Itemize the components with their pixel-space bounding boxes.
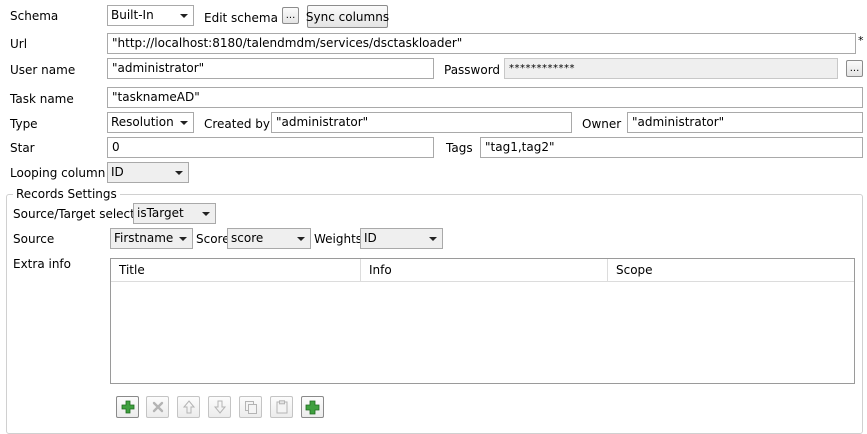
- score-label: Score: [196, 232, 230, 246]
- move-up-button[interactable]: [177, 396, 200, 418]
- schema-combo-value: Built-In: [111, 8, 154, 22]
- taskname-label: Task name: [10, 92, 74, 106]
- selector-combo-value: isTarget: [137, 206, 184, 220]
- edit-schema-label: Edit schema: [204, 11, 278, 25]
- taskname-field[interactable]: "tasknameAD": [107, 87, 863, 108]
- paste-icon: [276, 400, 287, 414]
- username-field[interactable]: "administrator": [107, 58, 434, 79]
- chevron-down-icon[interactable]: [175, 113, 193, 132]
- chevron-down-icon[interactable]: [170, 163, 188, 182]
- chevron-down-icon[interactable]: [292, 229, 310, 248]
- copy-button[interactable]: [239, 396, 262, 418]
- paste-button[interactable]: [270, 396, 293, 418]
- chevron-down-icon[interactable]: [424, 229, 442, 248]
- created-by-label: Created by: [204, 117, 271, 131]
- chevron-down-icon[interactable]: [175, 6, 193, 25]
- weights-combo[interactable]: ID: [360, 228, 443, 249]
- type-combo[interactable]: Resolution: [107, 112, 194, 133]
- password-label: Password: [444, 63, 501, 77]
- source-label: Source: [13, 232, 55, 246]
- add-row-button[interactable]: [116, 396, 139, 418]
- move-down-button[interactable]: [208, 396, 231, 418]
- required-mark: *: [858, 34, 864, 47]
- tags-label: Tags: [446, 141, 473, 155]
- add-all-button[interactable]: [301, 396, 324, 418]
- plus-icon: [121, 400, 134, 414]
- url-field[interactable]: "http://localhost:8180/talendmdm/service…: [107, 33, 856, 54]
- edit-schema-button[interactable]: ...: [282, 7, 299, 24]
- sync-columns-label: Sync columns: [305, 9, 390, 24]
- owner-label: Owner: [582, 117, 622, 131]
- score-combo[interactable]: score: [227, 228, 311, 249]
- star-label: Star: [10, 141, 35, 155]
- sync-columns-button[interactable]: Sync columns: [305, 5, 390, 28]
- source-combo[interactable]: Firstname: [110, 228, 193, 249]
- looping-combo[interactable]: ID: [107, 162, 189, 183]
- created-by-field[interactable]: "administrator": [271, 112, 572, 133]
- score-combo-value: score: [231, 231, 264, 245]
- schema-label: Schema: [10, 9, 59, 23]
- looping-label: Looping column: [10, 166, 106, 180]
- ellipsis-icon: ...: [285, 10, 296, 21]
- remove-row-button[interactable]: [146, 396, 169, 418]
- type-combo-value: Resolution: [111, 115, 174, 129]
- type-label: Type: [10, 117, 38, 131]
- username-label: User name: [10, 63, 76, 77]
- schema-combo[interactable]: Built-In: [107, 5, 194, 26]
- source-combo-value: Firstname: [114, 231, 174, 245]
- copy-icon: [244, 401, 257, 414]
- column-header-scope[interactable]: Scope: [607, 259, 854, 281]
- looping-combo-value: ID: [111, 165, 124, 179]
- selector-label: Source/Target selector: [13, 207, 148, 221]
- x-icon: [152, 401, 163, 413]
- plus-green-icon: [305, 400, 320, 414]
- extra-info-table[interactable]: Title Info Scope: [110, 258, 855, 384]
- records-settings-title: Records Settings: [13, 186, 120, 202]
- password-button[interactable]: ...: [846, 60, 863, 77]
- tags-field[interactable]: "tag1,tag2": [480, 137, 863, 158]
- chevron-down-icon[interactable]: [174, 229, 192, 248]
- arrow-up-icon: [182, 400, 195, 414]
- column-header-title[interactable]: Title: [111, 259, 360, 281]
- chevron-down-icon[interactable]: [197, 204, 215, 223]
- owner-field[interactable]: "administrator": [627, 112, 863, 133]
- table-header: Title Info Scope: [111, 259, 854, 282]
- arrow-down-icon: [213, 400, 226, 414]
- column-header-info[interactable]: Info: [360, 259, 607, 281]
- ellipsis-icon: ...: [849, 63, 860, 74]
- password-field[interactable]: ************: [504, 58, 838, 79]
- weights-label: Weights: [314, 232, 363, 246]
- star-field[interactable]: 0: [107, 137, 434, 158]
- selector-combo[interactable]: isTarget: [133, 203, 216, 224]
- url-label: Url: [10, 37, 28, 51]
- extra-info-label: Extra info: [13, 257, 71, 271]
- weights-combo-value: ID: [364, 231, 377, 245]
